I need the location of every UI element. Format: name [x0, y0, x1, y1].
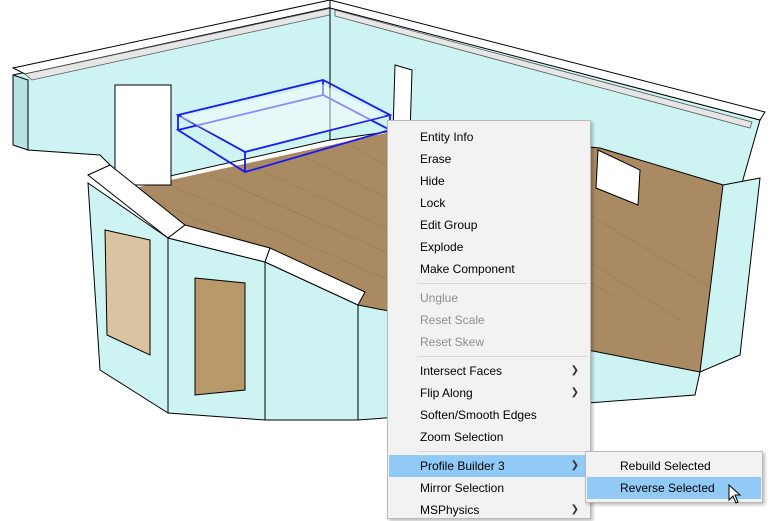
chevron-right-icon: ❯: [570, 504, 579, 515]
menu-item-make-component[interactable]: Make Component: [389, 258, 589, 280]
menu-item-label: Reverse Selected: [620, 481, 715, 495]
menu-item-reset-skew: Reset Skew: [389, 331, 589, 353]
menu-item-label: MSPhysics: [420, 503, 480, 517]
submenu-item-rebuild-selected[interactable]: Rebuild Selected: [587, 455, 761, 477]
menu-item-edit-group[interactable]: Edit Group: [389, 214, 589, 236]
menu-item-label: Soften/Smooth Edges: [420, 408, 537, 422]
menu-item-label: Reset Scale: [420, 313, 485, 327]
menu-item-soften-smooth-edges[interactable]: Soften/Smooth Edges: [389, 404, 589, 426]
menu-item-explode[interactable]: Explode: [389, 236, 589, 258]
menu-item-erase[interactable]: Erase: [389, 148, 589, 170]
menu-item-label: Edit Group: [420, 218, 478, 232]
menu-item-label: Rebuild Selected: [620, 459, 711, 473]
door-opening: [114, 84, 172, 186]
mouse-pointer-icon: [728, 484, 742, 504]
menu-item-hide[interactable]: Hide: [389, 170, 589, 192]
menu-item-label: Make Component: [420, 262, 515, 276]
menu-separator: [417, 356, 587, 357]
chevron-right-icon: ❯: [570, 460, 579, 471]
menu-item-unglue: Unglue: [389, 287, 589, 309]
menu-item-profile-builder-3[interactable]: Profile Builder 3 ❯: [389, 455, 589, 477]
menu-item-msphysics[interactable]: MSPhysics ❯: [389, 499, 589, 521]
menu-item-label: Zoom Selection: [420, 430, 504, 444]
menu-item-label: Entity Info: [420, 130, 474, 144]
menu-item-label: Lock: [420, 196, 446, 210]
menu-separator: [417, 451, 587, 452]
menu-item-label: Mirror Selection: [420, 481, 505, 495]
menu-item-intersect-faces[interactable]: Intersect Faces ❯: [389, 360, 589, 382]
menu-item-label: Profile Builder 3: [420, 459, 505, 473]
menu-item-label: Reset Skew: [420, 335, 485, 349]
menu-item-mirror-selection[interactable]: Mirror Selection: [389, 477, 589, 499]
menu-item-lock[interactable]: Lock: [389, 192, 589, 214]
menu-item-label: Erase: [420, 152, 452, 166]
left-wall-edge: [12, 74, 29, 151]
menu-separator: [417, 283, 587, 284]
menu-item-label: Flip Along: [420, 386, 473, 400]
chevron-right-icon: ❯: [570, 365, 579, 376]
chevron-right-icon: ❯: [570, 387, 579, 398]
context-menu: Entity Info Erase Hide Lock Edit Group E…: [387, 120, 591, 519]
bay-window-left: [104, 229, 151, 356]
menu-item-reset-scale: Reset Scale: [389, 309, 589, 331]
menu-item-label: Intersect Faces: [420, 364, 503, 378]
bay-window-center: [194, 277, 246, 396]
menu-item-entity-info[interactable]: Entity Info: [389, 126, 589, 148]
menu-item-label: Hide: [420, 174, 445, 188]
menu-item-label: Unglue: [420, 291, 459, 305]
menu-item-flip-along[interactable]: Flip Along ❯: [389, 382, 589, 404]
menu-item-label: Explode: [420, 240, 464, 254]
menu-item-zoom-selection[interactable]: Zoom Selection: [389, 426, 589, 448]
